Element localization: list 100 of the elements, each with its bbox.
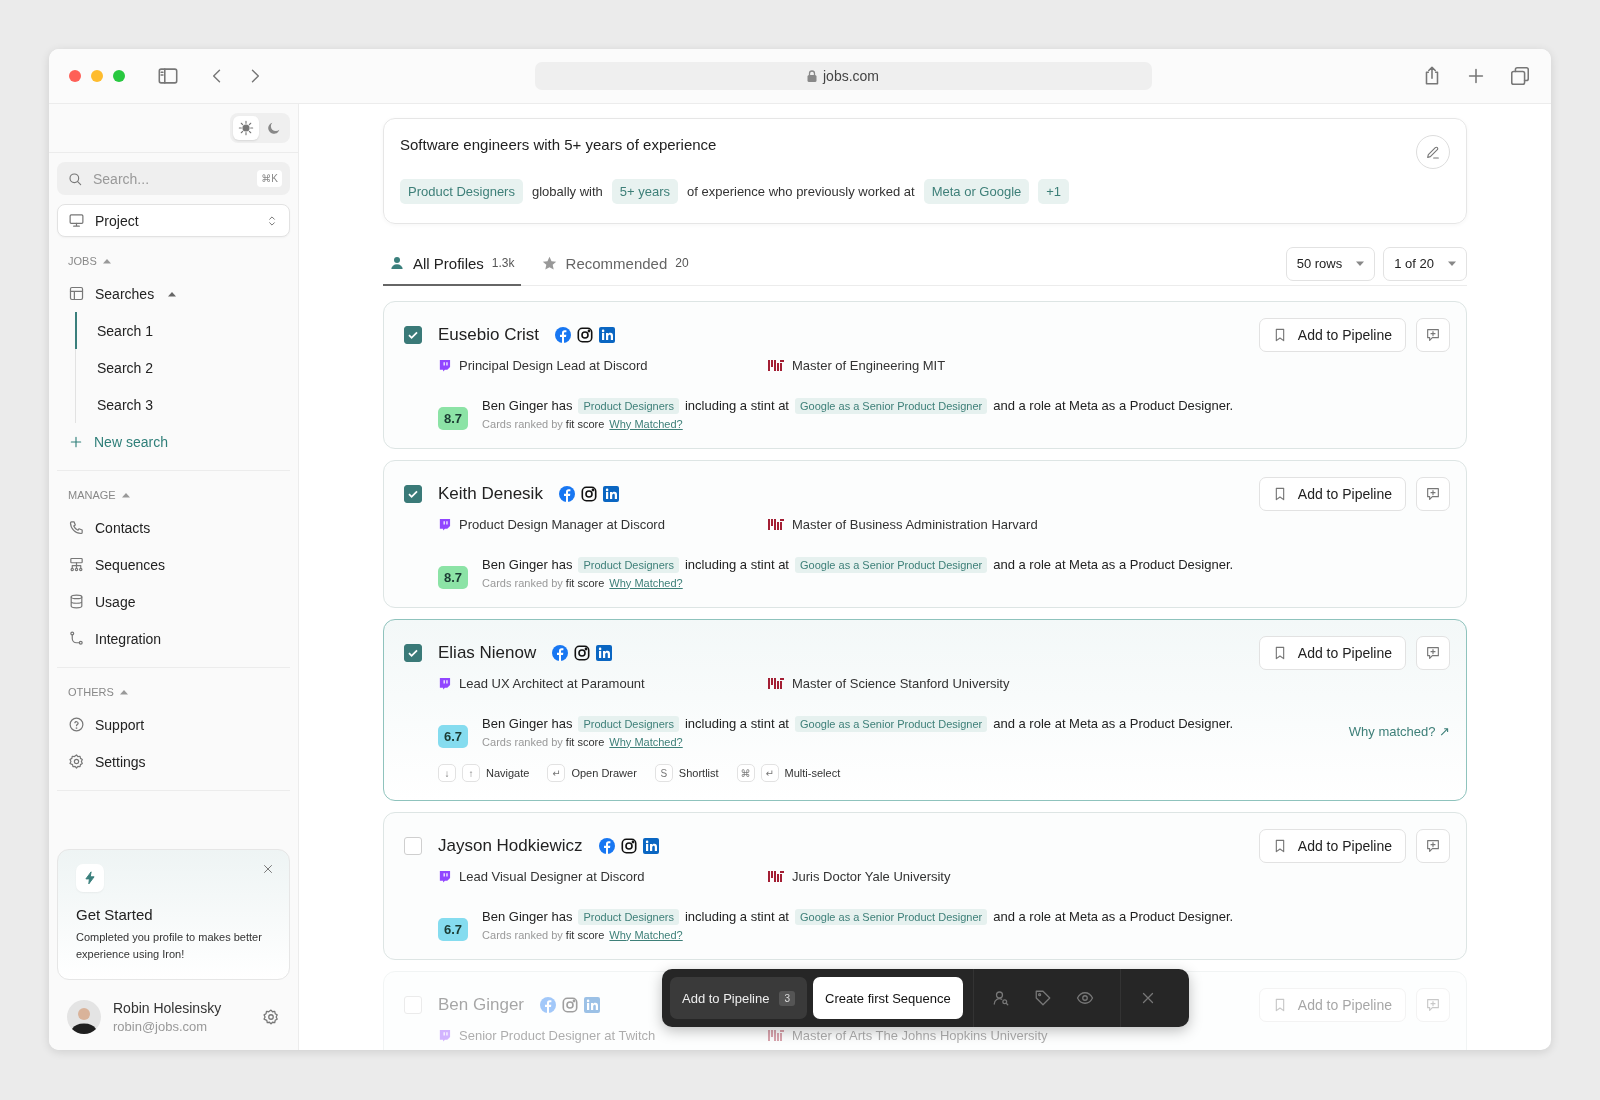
tabs-overview-icon: [1509, 65, 1531, 87]
sidebar-item[interactable]: Settings: [57, 743, 290, 780]
sidebar-item[interactable]: Searches: [57, 275, 290, 312]
why-matched-link[interactable]: Why matched? ↗: [1348, 724, 1450, 739]
instagram-icon[interactable]: [580, 486, 597, 502]
check-icon: [407, 488, 419, 500]
moon-icon: [266, 120, 282, 136]
summary-text: and a role at Meta as a Product Designer.: [993, 398, 1234, 413]
search-input[interactable]: Search...: [91, 169, 250, 188]
key-hint: S: [654, 764, 673, 782]
skill-tag: Product Designers: [578, 397, 679, 414]
new-search-button[interactable]: New search: [57, 423, 290, 460]
why-matched-link[interactable]: Why Matched?: [609, 417, 683, 430]
profile-card[interactable]: [383, 619, 1467, 801]
checkbox[interactable]: [404, 644, 422, 662]
key-hint: ⌘: [736, 764, 755, 782]
job-title: Lead Visual Designer at Discord: [459, 869, 645, 884]
bolt-icon: [83, 871, 97, 885]
score-badge: 8.7: [438, 566, 469, 589]
school-logo-icon: [768, 360, 784, 371]
sidebar-item[interactable]: Contacts: [57, 509, 290, 546]
linkedin-icon[interactable]: [602, 486, 619, 502]
tab[interactable]: All Profiles 1.3k: [383, 242, 521, 286]
section-label: MANAGE: [68, 489, 116, 501]
filter-tag[interactable]: 5+ years: [611, 179, 678, 204]
avatar: [67, 1000, 101, 1034]
why-matched-link[interactable]: Why Matched?: [609, 928, 683, 941]
page-select[interactable]: 1 of 20: [1383, 246, 1467, 281]
lock-icon: [807, 70, 817, 82]
why-matched-link[interactable]: Why Matched?: [609, 576, 683, 589]
chat-bubble-icon: [438, 677, 451, 690]
education: Master of Business Administration Harvard: [792, 517, 1038, 532]
rows-select[interactable]: 50 rows: [1285, 246, 1376, 281]
add-note-button[interactable]: [1416, 477, 1450, 511]
sidebar-item[interactable]: Sequences: [57, 546, 290, 583]
add-note-button[interactable]: [1416, 829, 1450, 863]
instagram-icon[interactable]: [574, 645, 591, 661]
zoom-dot[interactable]: [113, 70, 125, 82]
filter-tag[interactable]: Product Designers: [400, 179, 523, 204]
edit-button[interactable]: [1416, 135, 1450, 169]
instagram-icon[interactable]: [620, 838, 637, 854]
linkedin-icon[interactable]: [596, 645, 613, 661]
linkedin-icon[interactable]: [642, 838, 659, 854]
summary-text: including a stint at: [684, 909, 789, 924]
filter-tag[interactable]: Meta or Google: [923, 179, 1030, 204]
facebook-icon[interactable]: [558, 486, 575, 502]
skill-tag: Google as a Senior Product Designer: [795, 556, 988, 573]
key-hint: ↑: [462, 764, 480, 782]
why-matched-link[interactable]: Why Matched?: [609, 735, 683, 748]
add-to-pipeline-button[interactable]: Add to Pipeline: [1258, 636, 1406, 670]
filter-tag[interactable]: +1: [1038, 179, 1070, 204]
add-to-pipeline-button[interactable]: Add to Pipeline: [1258, 829, 1406, 863]
close-dot[interactable]: [69, 70, 81, 82]
sidebar-subitem[interactable]: Search 3: [75, 386, 160, 423]
tab[interactable]: Recommended 20: [534, 242, 695, 286]
add-note-button[interactable]: [1416, 636, 1450, 670]
facebook-icon[interactable]: [555, 327, 572, 343]
skill-tag: Product Designers: [578, 908, 679, 925]
query-text: Software engineers with 5+ years of experience: [400, 135, 717, 153]
facebook-icon[interactable]: [552, 645, 569, 661]
add-to-pipeline-button[interactable]: Add to Pipeline: [1258, 318, 1406, 352]
hierarchy-icon: [68, 556, 85, 573]
sidebar-item[interactable]: Integration: [57, 620, 290, 657]
add-to-pipeline-button[interactable]: Add to Pipeline: [1258, 477, 1406, 511]
instagram-icon[interactable]: [577, 327, 594, 343]
monitor-icon: [68, 212, 85, 229]
light-mode-button[interactable]: [233, 116, 259, 140]
checkbox[interactable]: [404, 326, 422, 344]
summary-text: including a stint at: [684, 557, 789, 572]
user-name: Robin Holesinsky: [113, 1000, 223, 1016]
checkbox[interactable]: [404, 485, 422, 503]
message-plus-icon: [1425, 327, 1441, 343]
sidebar-toggle-icon: [157, 65, 179, 87]
caret-icon: [1356, 260, 1365, 267]
job-title: Lead UX Architect at Paramount: [459, 676, 645, 691]
address-bar[interactable]: jobs.com: [534, 62, 1152, 90]
minimize-dot[interactable]: [91, 70, 103, 82]
school-logo-icon: [768, 871, 784, 882]
sidebar-subitem[interactable]: Search 2: [75, 349, 160, 386]
sidebar-subitem[interactable]: Search 1: [75, 312, 160, 349]
summary-text: and a role at Meta as a Product Designer.: [993, 716, 1234, 731]
add-note-button[interactable]: [1416, 318, 1450, 352]
sidebar-item[interactable]: Usage: [57, 583, 290, 620]
search-icon: [67, 170, 83, 187]
message-plus-icon: [1425, 997, 1441, 1013]
skill-tag: Product Designers: [578, 715, 679, 732]
search-field[interactable]: Search... ⌘K: [57, 162, 290, 195]
candidate-name: Eusebio Crist: [438, 325, 540, 345]
section-label: OTHERS: [68, 686, 114, 698]
create-sequence-button[interactable]: Create first Sequence: [813, 977, 963, 1019]
facebook-icon[interactable]: [598, 838, 615, 854]
project-select[interactable]: Project: [57, 204, 290, 237]
school-logo-icon: [768, 678, 784, 689]
sidebar-item[interactable]: Support: [57, 706, 290, 743]
add-to-pipeline-button[interactable]: Add to Pipeline 3: [670, 977, 807, 1019]
candidate-name: Jayson Hodkiewicz: [438, 836, 583, 856]
settings-icon: [68, 753, 85, 770]
linkedin-icon[interactable]: [599, 327, 616, 343]
chat-bubble-icon: [438, 1029, 451, 1042]
settings-icon: [262, 1008, 280, 1026]
